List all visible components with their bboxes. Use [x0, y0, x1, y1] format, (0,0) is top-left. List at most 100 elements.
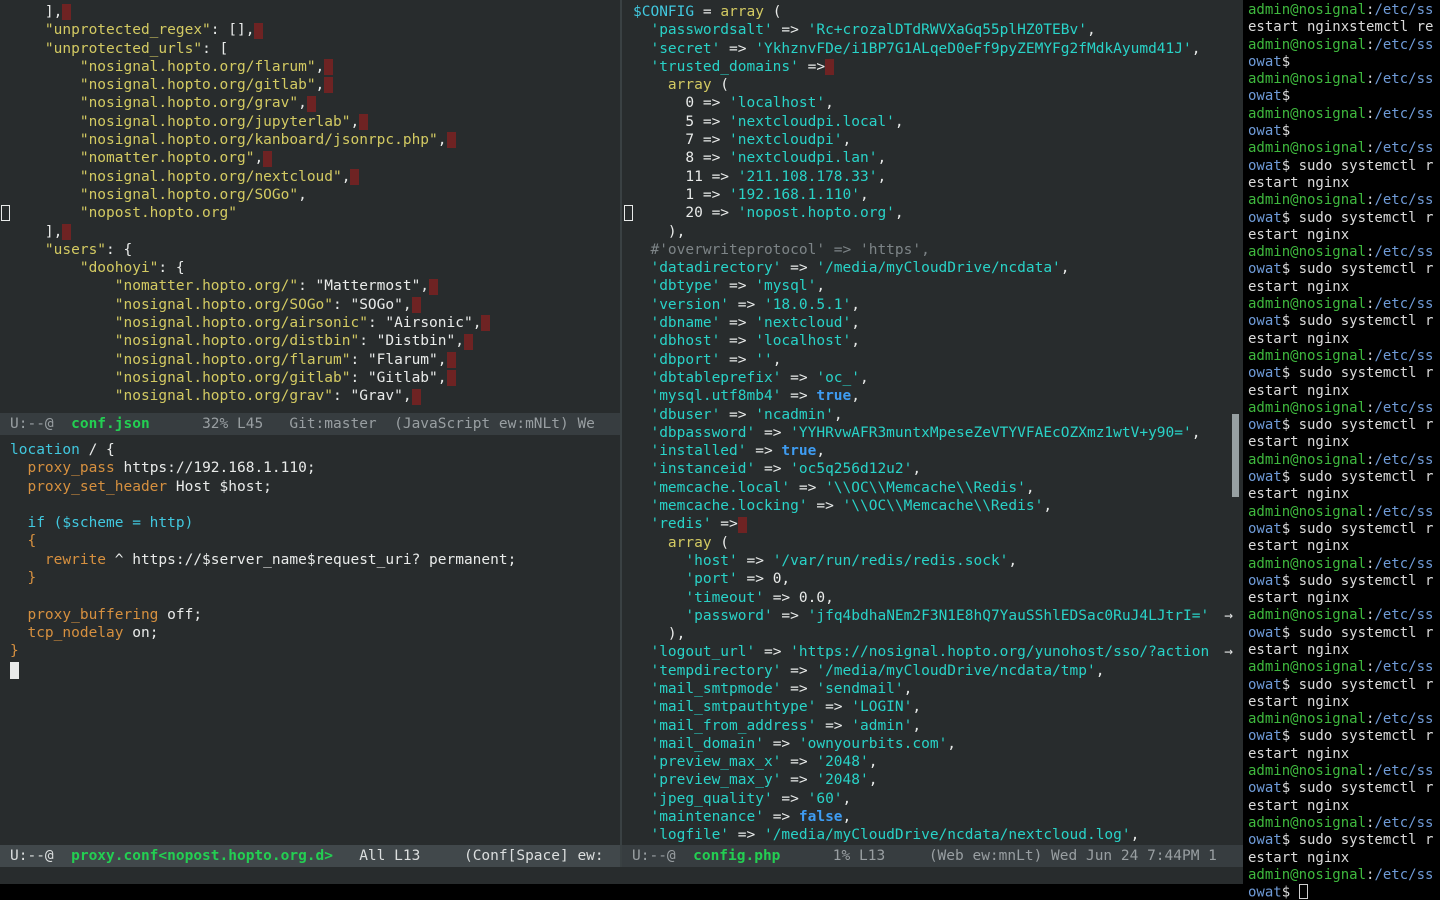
scrollbar-thumb[interactable]	[1232, 414, 1239, 497]
trailing-whitespace-marker	[62, 4, 71, 20]
code-line: proxy_set_header Host $host;	[10, 478, 618, 496]
code-line: array (	[633, 76, 1235, 94]
code-line: 'dbtableprefix' => 'oc_',	[633, 369, 1235, 387]
terminal-line: owat$ sudo systemctl r	[1248, 158, 1440, 175]
code-line: 1 => '192.168.1.110',	[633, 186, 1235, 204]
terminal-line: admin@nosignal:/etc/ss	[1248, 763, 1440, 780]
code-line: 'maintenance' => false,	[633, 808, 1235, 826]
terminal-line: owat$ sudo systemctl r	[1248, 313, 1440, 330]
code-line: 5 => 'nextcloudpi.local',	[633, 113, 1235, 131]
terminal-line: admin@nosignal:/etc/ss	[1248, 106, 1440, 123]
code-line: 'memcache.locking' => '\\OC\\Memcache\\R…	[633, 497, 1235, 515]
modeline-prefix: U:--@	[10, 848, 71, 864]
code-line: 'dbpassword' => 'YYHRvwAFR3muntxMpeseZeV…	[633, 424, 1235, 442]
code-line: ),	[633, 223, 1235, 241]
code-line: 'logfile' => '/media/myCloudDrive/ncdata…	[633, 826, 1235, 844]
terminal-line: admin@nosignal:/etc/ss	[1248, 400, 1440, 417]
code-line: "nomatter.hopto.org/": "Mattermost",	[10, 277, 618, 295]
trailing-whitespace-marker	[447, 132, 456, 148]
code-line: 'port' => 0,	[633, 570, 1235, 588]
trailing-whitespace-marker	[429, 279, 438, 295]
code-line: 'instanceid' => 'oc5q256d12u2',	[633, 460, 1235, 478]
code-line: }	[10, 569, 618, 587]
terminal-line: owat$ sudo systemctl r	[1248, 210, 1440, 227]
code-line: location / {	[10, 441, 618, 459]
code-line: 'host' => '/var/run/redis/redis.sock',	[633, 552, 1235, 570]
trailing-whitespace-marker	[412, 389, 421, 405]
minibuffer[interactable]	[0, 867, 1243, 884]
code-line: 'trusted_domains' =>	[633, 58, 1235, 76]
trailing-whitespace-marker	[447, 370, 456, 386]
code-line: 'passwordsalt' => 'Rc+crozalDTdRWVXaGq55…	[633, 21, 1235, 39]
code-line: 'secret' => 'YkhznvFDe/i1BP7G1ALqeD0eFf9…	[633, 40, 1235, 58]
code-line: 'mysql.utf8mb4' => true,	[633, 387, 1235, 405]
code-line: 'password' => 'jfq4bdhaNEm2F3N1E8hQ7YauS…	[633, 607, 1235, 625]
code-line: 'dbuser' => 'ncadmin',	[633, 406, 1235, 424]
code-line: 11 => '211.108.178.33',	[633, 168, 1235, 186]
fringe-indicator-icon	[624, 205, 633, 221]
terminal-line: estart nginx	[1248, 227, 1440, 244]
terminal-line: admin@nosignal:/etc/ss	[1248, 607, 1440, 624]
line-truncation-icon: →	[1222, 643, 1233, 661]
terminal-line: admin@nosignal:/etc/ss	[1248, 504, 1440, 521]
code-line	[10, 587, 618, 605]
code-line: 'logout_url' => 'https://nosignal.hopto.…	[633, 643, 1235, 661]
terminal-line: admin@nosignal:/etc/ss	[1248, 192, 1440, 209]
terminal-pane[interactable]: admin@nosignal:/etc/ss estart nginxstemct…	[1243, 0, 1440, 900]
terminal-line: estart nginx	[1248, 694, 1440, 711]
terminal-line: owat$ sudo systemctl r	[1248, 625, 1440, 642]
code-line: "unprotected_regex": [],	[10, 21, 618, 39]
editor-pane-conf-json[interactable]: ], "unprotected_regex": [], "unprotected…	[0, 0, 618, 413]
trailing-whitespace-marker	[481, 315, 490, 331]
window-divider	[620, 0, 622, 867]
code-line: "nosignal.hopto.org/distbin": "Distbin",	[10, 332, 618, 350]
code-line: 8 => 'nextcloudpi.lan',	[633, 149, 1235, 167]
trailing-whitespace-marker	[464, 334, 473, 350]
terminal-line: owat$ sudo systemctl r	[1248, 780, 1440, 797]
terminal-line: estart nginxstemctl re	[1248, 19, 1440, 36]
trailing-whitespace-marker	[359, 114, 368, 130]
code-line	[10, 496, 618, 514]
code-line: 'redis' =>	[633, 515, 1235, 533]
terminal-line: owat$ sudo systemctl r	[1248, 677, 1440, 694]
code-line: 'tempdirectory' => '/media/myCloudDrive/…	[633, 662, 1235, 680]
code-line: "nosignal.hopto.org/gitlab": "Gitlab",	[10, 369, 618, 387]
code-line: 7 => 'nextcloudpi',	[633, 131, 1235, 149]
code-line: 'dbname' => 'nextcloud',	[633, 314, 1235, 332]
terminal-line: admin@nosignal:/etc/ss	[1248, 815, 1440, 832]
code-line: "nosignal.hopto.org/flarum": "Flarum",	[10, 351, 618, 369]
editor-pane-config-php[interactable]: $CONFIG = array ( 'passwordsalt' => 'Rc+…	[623, 0, 1235, 848]
code-line: 'version' => '18.0.5.1',	[633, 296, 1235, 314]
terminal-line: owat$ sudo systemctl r	[1248, 365, 1440, 382]
terminal-line: admin@nosignal:/etc/ss	[1248, 867, 1440, 884]
code-line: 'installed' => true,	[633, 442, 1235, 460]
terminal-line: owat$	[1248, 884, 1440, 900]
code-line: "users": {	[10, 241, 618, 259]
modeline-info: 32% L45 Git:master (JavaScript ew:mNLt) …	[150, 416, 595, 432]
code-line: 'memcache.local' => '\\OC\\Memcache\\Red…	[633, 479, 1235, 497]
code-line: 'mail_from_address' => 'admin',	[633, 717, 1235, 735]
trailing-whitespace-marker	[324, 59, 333, 75]
trailing-whitespace-marker	[324, 77, 333, 93]
terminal-line: estart nginx	[1248, 331, 1440, 348]
trailing-whitespace-marker	[350, 169, 359, 185]
terminal-line: admin@nosignal:/etc/ss	[1248, 659, 1440, 676]
terminal-line: owat$ sudo systemctl r	[1248, 417, 1440, 434]
code-line: "nosignal.hopto.org/grav": "Grav",	[10, 387, 618, 405]
code-line: "nosignal.hopto.org/flarum",	[10, 58, 618, 76]
terminal-line: estart nginx	[1248, 850, 1440, 867]
code-line: "nosignal.hopto.org/kanboard/jsonrpc.php…	[10, 131, 618, 149]
terminal-line: estart nginx	[1248, 175, 1440, 192]
terminal-line: estart nginx	[1248, 746, 1440, 763]
code-line: "nomatter.hopto.org",	[10, 149, 618, 167]
trailing-whitespace-marker	[447, 352, 456, 368]
fringe-indicator-icon	[1, 205, 10, 221]
terminal-line: estart nginx	[1248, 383, 1440, 400]
editor-pane-proxy-conf[interactable]: location / { proxy_pass https://192.168.…	[0, 441, 618, 845]
buffer-name: config.php	[693, 848, 780, 864]
code-line: rewrite ^ https://$server_name$request_u…	[10, 551, 618, 569]
terminal-line: owat$ sudo systemctl r	[1248, 573, 1440, 590]
modeline-info: 1% L13 (Web ew:mnLt) Wed Jun 24 7:44PM 1	[780, 848, 1217, 864]
terminal-line: owat$	[1248, 123, 1440, 140]
code-line: 'datadirectory' => '/media/myCloudDrive/…	[633, 259, 1235, 277]
